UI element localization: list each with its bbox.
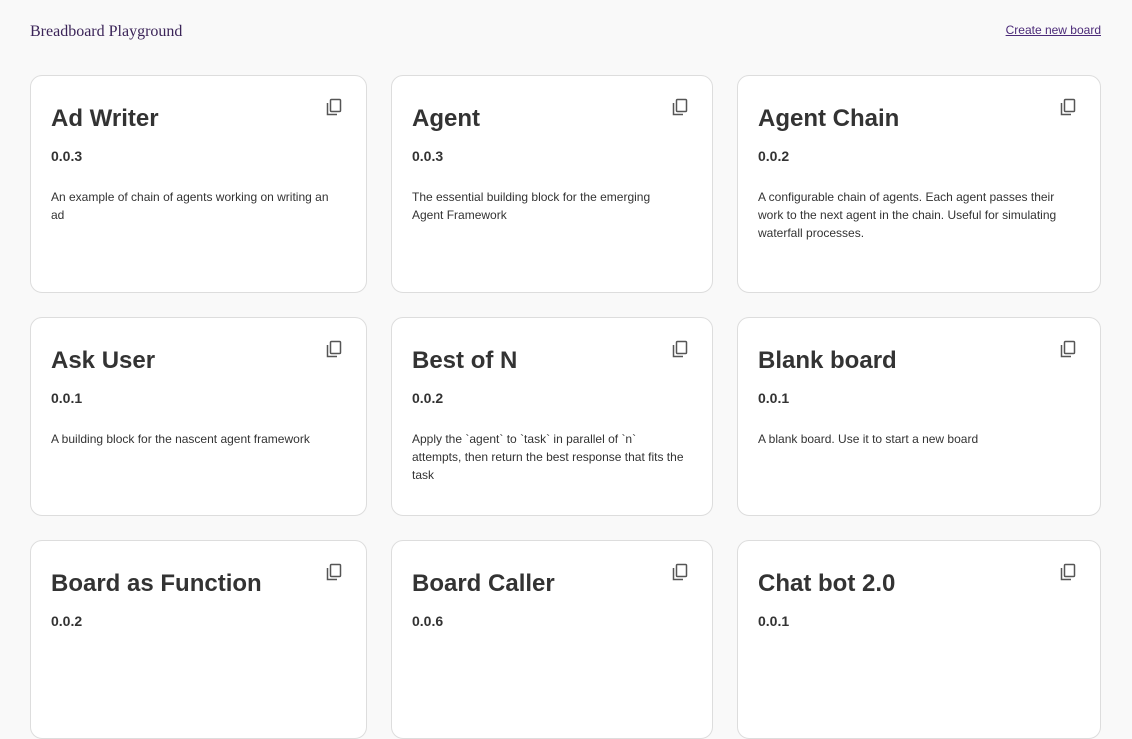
board-title: Ad Writer [51, 105, 159, 132]
board-title: Board Caller [412, 570, 555, 597]
copy-icon[interactable] [324, 339, 344, 359]
copy-icon[interactable] [324, 562, 344, 582]
board-version: 0.0.2 [412, 390, 444, 406]
board-description: The essential building block for the eme… [412, 190, 651, 222]
copy-icon[interactable] [670, 339, 690, 359]
board-title: Best of N [412, 347, 518, 374]
board-version: 0.0.6 [412, 613, 444, 629]
board-version: 0.0.1 [758, 390, 790, 406]
board-title: Agent Chain [758, 105, 900, 132]
board-card[interactable]: Agent 0.0.3 The essential building block… [391, 75, 713, 293]
app-title: Breadboard Playground [30, 23, 183, 40]
board-description: A blank board. Use it to start a new boa… [758, 432, 979, 446]
board-card[interactable]: Ask User 0.0.1 A building block for the … [30, 317, 367, 516]
board-card[interactable]: Blank board 0.0.1 A blank board. Use it … [737, 317, 1101, 516]
board-card[interactable]: Board as Function 0.0.2 [30, 540, 367, 739]
board-description: Apply the `agent` to `task` in parallel … [412, 432, 684, 482]
copy-icon[interactable] [670, 97, 690, 117]
board-version: 0.0.3 [51, 148, 83, 164]
board-card[interactable]: Ad Writer 0.0.3 An example of chain of a… [30, 75, 367, 293]
board-card[interactable]: Chat bot 2.0 0.0.1 [737, 540, 1101, 739]
board-title: Chat bot 2.0 [758, 570, 896, 597]
board-version: 0.0.2 [758, 148, 790, 164]
board-version: 0.0.2 [51, 613, 83, 629]
board-description: An example of chain of agents working on… [51, 190, 329, 222]
board-card[interactable]: Best of N 0.0.2 Apply the `agent` to `ta… [391, 317, 713, 516]
copy-icon[interactable] [324, 97, 344, 117]
copy-icon[interactable] [670, 562, 690, 582]
board-version: 0.0.3 [412, 148, 444, 164]
board-title: Blank board [758, 347, 897, 374]
board-description: A building block for the nascent agent f… [51, 432, 310, 446]
board-version: 0.0.1 [758, 613, 790, 629]
board-title: Ask User [51, 347, 156, 374]
copy-icon[interactable] [1058, 339, 1078, 359]
board-grid: Ad Writer 0.0.3 An example of chain of a… [30, 75, 1101, 739]
board-card[interactable]: Board Caller 0.0.6 [391, 540, 713, 739]
board-card[interactable]: Agent Chain 0.0.2 A configurable chain o… [737, 75, 1101, 293]
board-version: 0.0.1 [51, 390, 83, 406]
board-title: Agent [412, 105, 480, 132]
copy-icon[interactable] [1058, 97, 1078, 117]
create-new-board-link[interactable]: Create new board [1006, 23, 1101, 37]
board-title: Board as Function [51, 570, 262, 597]
copy-icon[interactable] [1058, 562, 1078, 582]
board-description: A configurable chain of agents. Each age… [758, 190, 1057, 240]
